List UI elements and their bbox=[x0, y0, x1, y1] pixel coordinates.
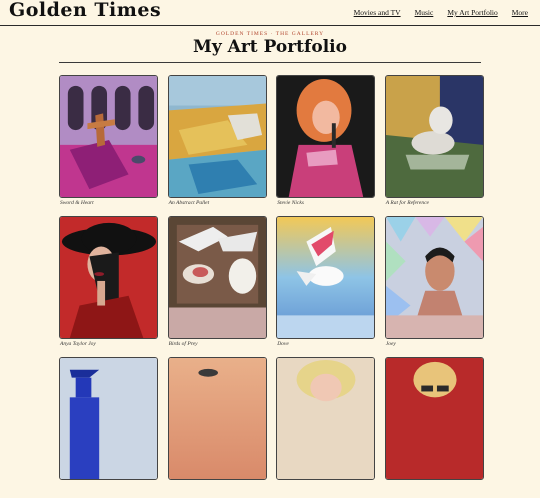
artwork-caption: Birds of Prey bbox=[168, 341, 198, 347]
artwork-image[interactable] bbox=[59, 357, 158, 480]
gallery-grid: Sword & Heart An Abstract Pallet Stevie … bbox=[59, 75, 484, 498]
gallery-card-dove[interactable]: Dove bbox=[276, 216, 376, 357]
artwork-image[interactable] bbox=[384, 357, 484, 480]
artwork-caption: Anya Taylor Joy bbox=[60, 341, 96, 347]
gallery-card-rat-reference[interactable]: A Rat for Reference bbox=[384, 75, 484, 216]
artwork-image[interactable] bbox=[167, 75, 267, 198]
nav-link-movies-and-tv[interactable]: Movies and TV bbox=[354, 8, 401, 17]
nav-link-music[interactable]: Music bbox=[415, 8, 434, 17]
gallery-card-birds-of-prey[interactable]: Birds of Prey bbox=[167, 216, 267, 357]
nav-link-more[interactable]: More bbox=[512, 8, 528, 17]
artwork-caption: Joey bbox=[385, 341, 396, 347]
artwork-image[interactable] bbox=[384, 75, 484, 198]
artwork-caption: Dove bbox=[277, 341, 289, 347]
artwork-image[interactable] bbox=[59, 216, 158, 339]
artwork-image[interactable] bbox=[167, 216, 267, 339]
artwork-image[interactable] bbox=[59, 75, 158, 198]
gallery-card-anya-taylor-joy[interactable]: Anya Taylor Joy bbox=[59, 216, 158, 357]
artwork-image[interactable] bbox=[276, 357, 376, 480]
gallery-card-joey[interactable]: Joey bbox=[384, 216, 484, 357]
gallery-card-blonde-portrait[interactable] bbox=[276, 357, 376, 498]
main-nav: Movies and TV Music My Art Portfolio Mor… bbox=[354, 8, 528, 17]
gallery-card-stevie-nicks[interactable]: Stevie Nicks bbox=[276, 75, 376, 216]
gallery-card-sword-heart[interactable]: Sword & Heart bbox=[59, 75, 158, 216]
artwork-caption: Sword & Heart bbox=[60, 200, 94, 206]
gallery-card-cowboy[interactable] bbox=[59, 357, 158, 498]
site-logo[interactable]: Golden Times bbox=[9, 0, 161, 21]
artwork-caption: A Rat for Reference bbox=[385, 200, 430, 206]
artwork-caption: An Abstract Pallet bbox=[168, 200, 210, 206]
artwork-image[interactable] bbox=[276, 75, 376, 198]
artwork-caption: Stevie Nicks bbox=[277, 200, 304, 206]
page-title: My Art Portfolio bbox=[193, 37, 347, 57]
gallery-card-sunglasses-portrait[interactable] bbox=[384, 357, 484, 498]
artwork-image[interactable] bbox=[384, 216, 484, 339]
nav-link-my-art-portfolio[interactable]: My Art Portfolio bbox=[447, 8, 497, 17]
artwork-image[interactable] bbox=[167, 357, 267, 480]
artwork-image[interactable] bbox=[276, 216, 376, 339]
top-bar: Golden Times Movies and TV Music My Art … bbox=[0, 0, 540, 26]
gallery-card-sunset[interactable] bbox=[167, 357, 267, 498]
gallery-card-abstract-pallet[interactable]: An Abstract Pallet bbox=[167, 75, 267, 216]
title-divider bbox=[59, 62, 481, 63]
